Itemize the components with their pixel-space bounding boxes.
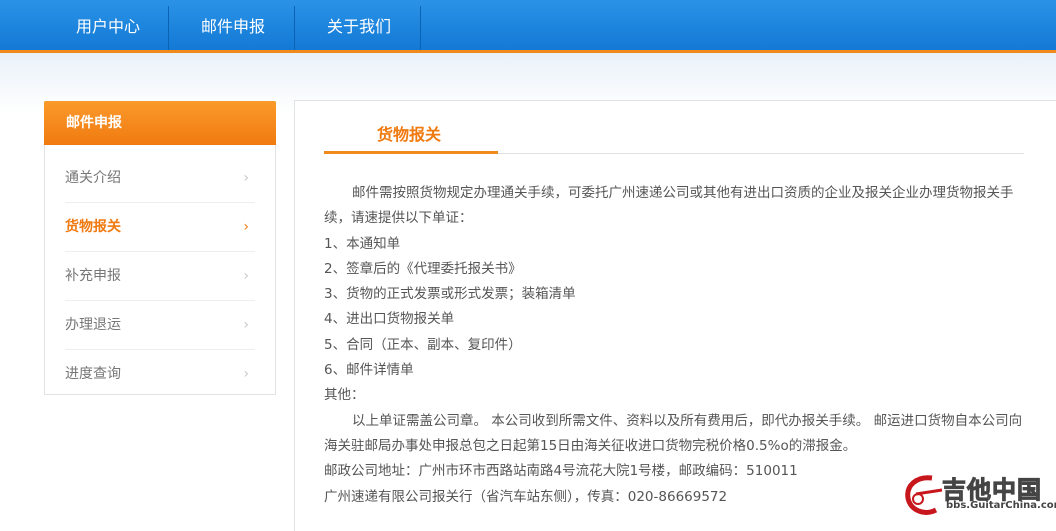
sidebar-item-supplementary-declaration[interactable]: 补充申报 › (65, 252, 255, 301)
sidebar: 邮件申报 通关介绍 › 货物报关 › 补充申报 › 办理退运 › 进度查询 › (44, 101, 276, 395)
sidebar-item-label: 货物报关 (65, 219, 121, 235)
sidebar-header: 邮件申报 (44, 101, 276, 145)
list-item: 6、邮件详情单 (324, 362, 414, 379)
chevron-right-icon: › (243, 219, 249, 235)
guitar-logo-icon (905, 475, 943, 515)
list-item: 2、签章后的《代理委托报关书》 (324, 260, 522, 277)
list-item: 5、合同（正本、副本、复印件） (324, 336, 522, 353)
sidebar-list: 通关介绍 › 货物报关 › 补充申报 › 办理退运 › 进度查询 › (45, 154, 275, 398)
sidebar-item-goods-declaration[interactable]: 货物报关 › (65, 203, 255, 252)
watermark: 吉他中国 bbs.GuitarChina.com (902, 470, 1056, 518)
sidebar-item-return-shipment[interactable]: 办理退运 › (65, 301, 255, 350)
sidebar-item-label: 通关介绍 (65, 170, 121, 186)
article-body: 邮件需按照货物规定办理通关手续，可委托广州速递公司或其他有进出口资质的企业及报关… (324, 181, 1024, 510)
sidebar-item-customs-intro[interactable]: 通关介绍 › (65, 154, 255, 203)
page-title: 货物报关 (377, 125, 442, 144)
other-label: 其他： (324, 387, 365, 404)
chevron-right-icon: › (243, 366, 249, 382)
chevron-right-icon: › (243, 317, 249, 333)
nav-divider (420, 6, 421, 50)
main-content: 货物报关 邮件需按照货物规定办理通关手续，可委托广州速递公司或其他有进出口资质的… (294, 100, 1056, 531)
nav-item-about-us[interactable]: 关于我们 (311, 0, 407, 50)
title-underline (324, 151, 498, 154)
paragraph: 邮件需按照货物规定办理通关手续，可委托广州速递公司或其他有进出口资质的企业及报关… (324, 185, 1014, 227)
nav-divider (294, 6, 295, 50)
sidebar-item-label: 进度查询 (65, 366, 121, 382)
watermark-url: bbs.GuitarChina.com (946, 500, 1056, 511)
nav-divider (168, 6, 169, 50)
top-navigation: 用户中心 邮件申报 关于我们 (0, 0, 1056, 53)
paragraph: 以上单证需盖公司章。 本公司收到所需文件、资料以及所有费用后，即代办报关手续。 … (324, 412, 1023, 454)
chevron-right-icon: › (243, 170, 249, 186)
sidebar-item-label: 补充申报 (65, 268, 121, 284)
nav-item-user-center[interactable]: 用户中心 (60, 0, 156, 50)
list-item: 3、货物的正式发票或形式发票；装箱清单 (324, 286, 576, 303)
chevron-right-icon: › (243, 268, 249, 284)
sidebar-item-progress-query[interactable]: 进度查询 › (65, 350, 255, 398)
nav-item-mail-declaration[interactable]: 邮件申报 (185, 0, 281, 50)
list-item: 1、本通知单 (324, 235, 401, 252)
list-item: 4、进出口货物报关单 (324, 311, 455, 328)
sidebar-item-label: 办理退运 (65, 317, 121, 333)
